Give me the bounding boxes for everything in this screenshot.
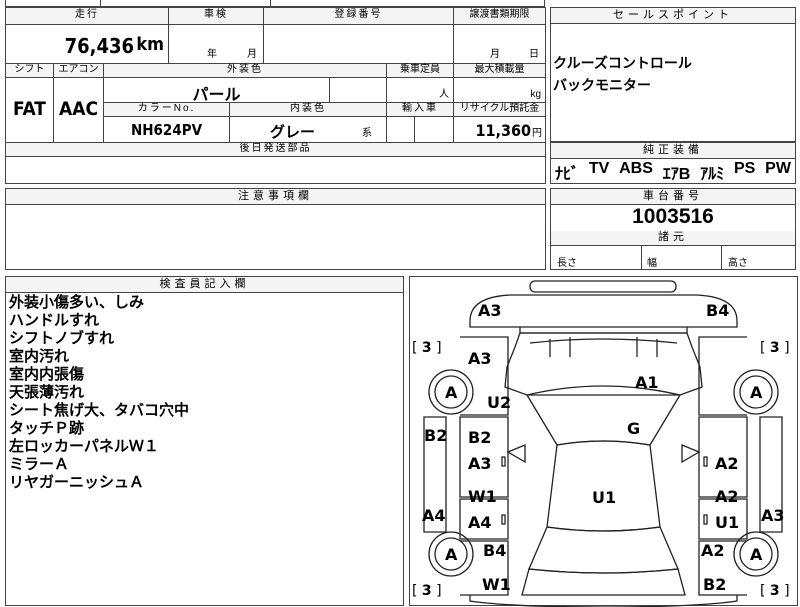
code-right-front-door: A2 <box>715 454 739 473</box>
equipment-tv: TV <box>588 160 610 177</box>
note-line: リヤガーニッシュＡ <box>9 474 145 491</box>
sales-point-line: バックモニター <box>553 77 651 93</box>
dim-height: 高さ <box>728 258 748 269</box>
registration-label: 登録番号 <box>264 8 454 25</box>
later-parts-label: 後日発送部品 <box>6 143 545 157</box>
interior-color-value: グレー 系 <box>230 117 387 143</box>
note-line: ハンドルすれ <box>9 312 100 329</box>
equipment-list: ﾅﾋﾞ TV ABS ｴｱB ｱﾙﾐ PS PW <box>555 160 791 184</box>
capacity-value: 人 <box>387 78 454 103</box>
code-left-front-door-top: B2 <box>468 428 492 447</box>
aircon-label: エアコン <box>54 64 104 78</box>
equipment-alloy: ｱﾙﾐ <box>700 166 725 183</box>
code-hood-left: A3 <box>468 349 492 368</box>
equipment-abs: ABS <box>619 160 653 177</box>
shaken-label: 車検 <box>169 8 264 25</box>
diagram-labels: A3 B4 A3 A1 U2 G B2 A3 B2 A2 W1 A4 A4 U1… <box>410 277 797 605</box>
dim-width: 幅 <box>641 246 722 269</box>
code-front-bumper-right: B4 <box>706 301 730 320</box>
code-right-rear-door-top: A2 <box>715 487 739 506</box>
chassis-number: 1003516 <box>551 205 795 232</box>
sales-point-lines: クルーズコントロール バックモニター <box>553 52 692 96</box>
mileage-label: 走行 <box>6 8 169 25</box>
tire-depth-rear-left: [ 3 ] <box>412 583 442 599</box>
max-load-label: 最大積載量 <box>454 64 545 78</box>
caution-box: 注意事項欄 <box>5 188 546 270</box>
equipment-pw: PW <box>765 160 791 177</box>
wheel-label: A <box>445 545 458 564</box>
inspector-title: 検査員記入欄 <box>6 277 403 293</box>
code-left-front-door-bottom: A3 <box>468 454 492 473</box>
dims-title: 諸元 <box>551 231 795 246</box>
import-label: 輸入車 <box>387 103 454 117</box>
interior-color-label: 内装色 <box>230 103 387 117</box>
recycle-value: 11,360 円 <box>454 117 545 143</box>
transfer-deadline-value: 月 日 <box>454 25 545 64</box>
tire-depth-rear-right: [ 3 ] <box>760 583 790 599</box>
equipment-navi: ﾅﾋﾞ <box>555 166 580 183</box>
note-line: タッチＰ跡 <box>9 420 85 437</box>
tire-depth-front-right: [ 3 ] <box>760 340 790 356</box>
inspector-notes: 外装小傷多い、しみ ハンドルすれ シフトノブすれ 室内汚れ 室内内張傷 天張薄汚… <box>9 294 189 492</box>
registration-value <box>264 25 454 64</box>
capacity-label: 乗車定員 <box>387 64 454 78</box>
sales-point-box: セールスポイント クルーズコントロール バックモニター <box>550 7 796 142</box>
code-windshield: U2 <box>487 393 512 412</box>
code-left-quarter: B4 <box>483 541 507 560</box>
code-left-rear-door-bottom: A4 <box>468 513 492 532</box>
wheel-label: A <box>750 545 763 564</box>
recycle-label: リサイクル預託金 <box>454 103 545 117</box>
top-strip <box>5 0 545 7</box>
code-left-rocker: A4 <box>422 506 446 525</box>
equipment-box: 純正装備 ﾅﾋﾞ TV ABS ｴｱB ｱﾙﾐ PS PW <box>550 142 796 184</box>
wheel-label: A <box>445 383 458 402</box>
code-front-bumper-left: A3 <box>478 301 502 320</box>
code-right-rear-door-bottom: U1 <box>715 513 740 532</box>
code-right-rocker: A3 <box>761 506 785 525</box>
code-right-quarter: A2 <box>701 541 725 560</box>
shift-label: シフト <box>6 64 54 78</box>
chassis-title: 車台番号 <box>551 189 795 205</box>
dim-length: 長さ <box>551 246 642 269</box>
code-left-fender: B2 <box>424 426 448 445</box>
max-load-value: kg <box>454 78 545 103</box>
later-parts-value <box>6 157 545 183</box>
code-center: U1 <box>592 488 617 507</box>
color-no-value: NH624PV <box>104 117 230 143</box>
note-line: シフトノブすれ <box>9 330 115 347</box>
color-no-label: カラーNo. <box>104 103 230 117</box>
caution-title: 注意事項欄 <box>6 189 545 205</box>
note-line: シート焦げ大、タバコ穴中 <box>9 402 190 419</box>
note-line: 室内内張傷 <box>9 366 85 383</box>
sales-point-title: セールスポイント <box>551 8 795 24</box>
note-line: ミラーＡ <box>9 456 70 473</box>
note-line: 左ロッカーパネルＷ１ <box>9 438 159 455</box>
shaken-value: 年 月 <box>169 25 264 64</box>
tire-depth-front-left: [ 3 ] <box>412 340 442 356</box>
note-line: 室内汚れ <box>9 348 70 365</box>
shift-value: FAT <box>6 78 54 143</box>
car-diagram-box: A3 B4 A3 A1 U2 G B2 A3 B2 A2 W1 A4 A4 U1… <box>409 276 798 607</box>
code-interior: G <box>627 419 641 438</box>
aircon-value: AAC <box>54 78 104 143</box>
chassis-box: 車台番号 1003516 諸元 長さ 幅 高さ <box>550 188 796 270</box>
code-rear-right: B2 <box>703 575 727 594</box>
note-line: 天張薄汚れ <box>9 384 85 401</box>
inspector-box: 検査員記入欄 外装小傷多い、しみ ハンドルすれ シフトノブすれ 室内汚れ 室内内… <box>5 276 404 606</box>
mileage-value: 76,436 km <box>6 25 169 64</box>
transfer-deadline-label: 譲渡書類期限 <box>454 8 545 25</box>
code-rear-left: W1 <box>482 575 511 594</box>
wheel-label: A <box>750 383 763 402</box>
note-line: 外装小傷多い、しみ <box>9 294 145 311</box>
exterior-color-label: 外装色 <box>104 64 387 78</box>
code-roof: A1 <box>635 373 659 392</box>
equipment-title: 純正装備 <box>551 143 795 159</box>
exterior-color-value: パール <box>104 78 330 104</box>
equipment-airbag: ｴｱB <box>662 166 691 183</box>
sales-point-line: クルーズコントロール <box>553 55 692 71</box>
equipment-ps: PS <box>733 160 756 177</box>
vehicle-info-table: 走行 車検 登録番号 譲渡書類期限 76,436 km 年 月 月 日 シフト … <box>5 7 546 184</box>
code-left-rear-door-top: W1 <box>468 487 497 506</box>
